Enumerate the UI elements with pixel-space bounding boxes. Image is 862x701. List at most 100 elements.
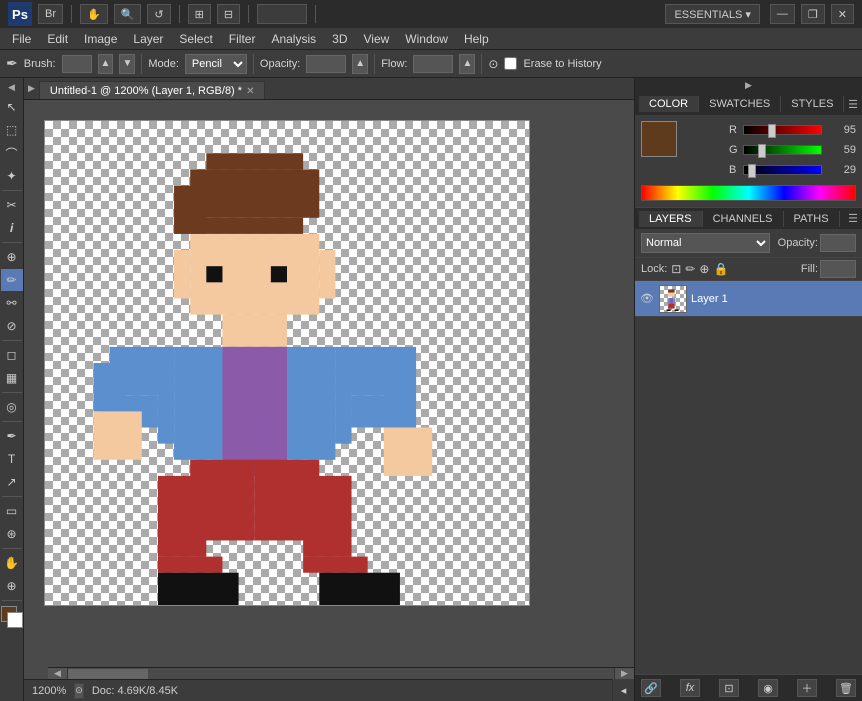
bridge-btn[interactable]: Br	[38, 4, 63, 24]
move-tool[interactable]: ↖	[1, 96, 23, 118]
tab-channels[interactable]: CHANNELS	[703, 211, 784, 227]
menu-view[interactable]: View	[355, 30, 397, 48]
r-thumb[interactable]	[768, 124, 776, 138]
layer-visibility-btn[interactable]: 👁	[639, 291, 655, 307]
r-slider[interactable]	[743, 125, 822, 135]
tab-close-btn[interactable]: ✕	[246, 86, 254, 97]
brush-tool[interactable]: ✏	[1, 269, 23, 291]
status-info-btn[interactable]: ⊙	[74, 683, 84, 699]
toolbar-collapse[interactable]: ◀	[6, 80, 17, 95]
brush-size-down[interactable]: ▼	[119, 54, 135, 74]
essentials-btn[interactable]: ESSENTIALS ▾	[665, 4, 759, 24]
tab-swatches[interactable]: SWATCHES	[699, 96, 781, 112]
opacity-input[interactable]: 100%	[306, 55, 346, 73]
close-btn[interactable]: ✕	[831, 4, 854, 24]
tab-layers[interactable]: LAYERS	[639, 211, 703, 227]
lasso-tool[interactable]: ⌒	[1, 142, 23, 164]
scroll-left-btn[interactable]: ◀	[48, 668, 68, 680]
path-select-tool[interactable]: ↗	[1, 471, 23, 493]
layer-item[interactable]: 👁 Layer 1	[635, 281, 862, 317]
scroll-right-btn[interactable]: ▶	[614, 668, 634, 680]
frame-btn[interactable]: ⊞	[188, 4, 211, 24]
fill-input[interactable]: 100%	[820, 260, 856, 278]
eraser-tool[interactable]: ◻	[1, 344, 23, 366]
g-slider[interactable]	[743, 145, 822, 155]
menu-help[interactable]: Help	[456, 30, 497, 48]
pixel-art-canvas[interactable]	[45, 121, 529, 605]
menu-bar: File Edit Image Layer Select Filter Anal…	[0, 28, 862, 50]
quick-select-tool[interactable]: ✦	[1, 165, 23, 187]
clone-tool[interactable]: ⚯	[1, 292, 23, 314]
mask-btn[interactable]: ⊡	[719, 679, 739, 697]
gradient-tool[interactable]: ▦	[1, 367, 23, 389]
restore-btn[interactable]: ❐	[801, 4, 825, 24]
menu-analysis[interactable]: Analysis	[263, 30, 324, 48]
canvas-wrapper[interactable]: ◀ ▶	[24, 100, 634, 701]
flow-up[interactable]: ▲	[459, 54, 475, 74]
right-panel-collapse[interactable]: ▶	[635, 78, 862, 93]
adjustment-btn[interactable]: ◉	[758, 679, 778, 697]
menu-filter[interactable]: Filter	[221, 30, 264, 48]
layers-panel-menu[interactable]: ☰	[848, 212, 858, 225]
eyedropper-tool[interactable]: 𝒊	[1, 217, 23, 239]
canvas-surface[interactable]	[45, 121, 529, 605]
menu-image[interactable]: Image	[76, 30, 125, 48]
history-brush[interactable]: ⊘	[1, 315, 23, 337]
marquee-tool[interactable]: ⬚	[1, 119, 23, 141]
rotate-tool-btn[interactable]: ↺	[147, 4, 170, 24]
zoom-tool-btn[interactable]: 🔍	[114, 4, 142, 24]
background-color[interactable]	[7, 612, 23, 628]
menu-layer[interactable]: Layer	[125, 30, 171, 48]
menu-select[interactable]: Select	[171, 30, 220, 48]
h-scrolltrack[interactable]	[68, 668, 614, 680]
lock-all-icon[interactable]: 🔒	[713, 262, 728, 276]
g-thumb[interactable]	[758, 144, 766, 158]
tab-paths[interactable]: PATHS	[784, 211, 840, 227]
link-layers-btn[interactable]: 🔗	[641, 679, 661, 697]
menu-window[interactable]: Window	[397, 30, 456, 48]
opacity-input-layers[interactable]: 100%	[820, 234, 856, 252]
pen-tool[interactable]: ✒	[1, 425, 23, 447]
nav-arrows[interactable]: ◂	[612, 679, 634, 701]
menu-edit[interactable]: Edit	[39, 30, 76, 48]
minimize-btn[interactable]: —	[770, 4, 795, 24]
color-swatch[interactable]	[641, 121, 677, 157]
color-panel-menu[interactable]: ☰	[848, 98, 858, 111]
brush-size-up[interactable]: ▲	[98, 54, 114, 74]
dodge-tool[interactable]: ◎	[1, 396, 23, 418]
tab-color[interactable]: COLOR	[639, 96, 699, 112]
panel-expand-left[interactable]: ▶	[24, 83, 39, 94]
hand-tool[interactable]: ✋	[1, 552, 23, 574]
menu-file[interactable]: File	[4, 30, 39, 48]
tab-styles[interactable]: STYLES	[781, 96, 844, 112]
hand-tool-btn[interactable]: ✋	[80, 4, 108, 24]
fx-btn[interactable]: fx	[680, 679, 700, 697]
color-spectrum[interactable]	[641, 185, 856, 201]
shape-tool[interactable]: ▭	[1, 500, 23, 522]
arrange-btn[interactable]: ⊟	[217, 4, 240, 24]
3d-tool[interactable]: ⊛	[1, 523, 23, 545]
blend-mode-select[interactable]: Normal Multiply Screen	[641, 233, 770, 253]
crop-tool[interactable]: ✂	[1, 194, 23, 216]
b-slider[interactable]	[743, 165, 822, 175]
erase-history-checkbox[interactable]	[504, 57, 517, 70]
lock-transparent-icon[interactable]: ⊡	[671, 262, 681, 276]
brush-size-input[interactable]: 1	[62, 55, 92, 73]
delete-layer-btn[interactable]: 🗑	[836, 679, 856, 697]
lock-pixels-icon[interactable]: ✏	[685, 262, 695, 276]
menu-3d[interactable]: 3D	[324, 30, 355, 48]
zoom-input[interactable]: 1200	[257, 4, 307, 24]
flow-input[interactable]	[413, 55, 453, 73]
h-scrollbar[interactable]: ◀ ▶	[48, 667, 634, 679]
canvas-tab[interactable]: Untitled-1 @ 1200% (Layer 1, RGB/8) * ✕	[39, 81, 266, 99]
type-tool[interactable]: T	[1, 448, 23, 470]
spot-heal-tool[interactable]: ⊕	[1, 246, 23, 268]
opacity-up[interactable]: ▲	[352, 54, 368, 74]
mode-select[interactable]: Pencil Normal	[185, 54, 247, 74]
h-scrollthumb[interactable]	[68, 669, 148, 679]
lock-position-icon[interactable]: ⊕	[699, 262, 709, 276]
zoom-tool[interactable]: ⊕	[1, 575, 23, 597]
new-layer-btn[interactable]: ＋	[797, 679, 817, 697]
fg-bg-colors[interactable]	[1, 606, 23, 628]
b-thumb[interactable]	[748, 164, 756, 178]
